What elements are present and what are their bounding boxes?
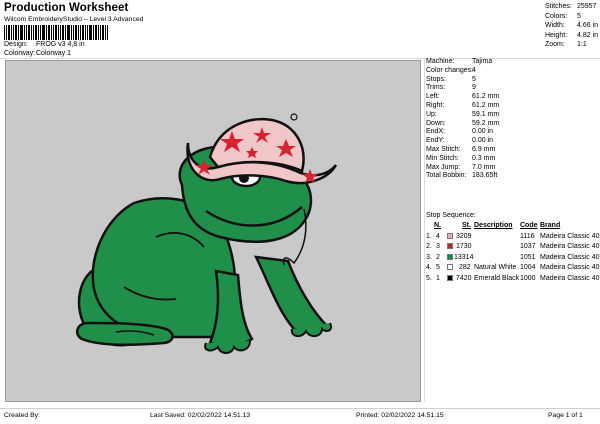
hat-crown [208,117,305,173]
stat-row: Max Jump: 7.0 mm [426,163,496,171]
last-saved: Last Saved: 02/02/2022 14.51.13 [150,412,251,419]
summary-row: Stitches: 25957 [545,3,597,10]
color-swatch [447,274,453,281]
barcode [4,25,108,40]
col-description: Description [474,222,513,229]
page-number: Page 1 of 1 [548,412,583,419]
frog-hind-foot [75,321,174,347]
stat-row: Right: 61.2 mm [426,101,500,109]
design-label: Design: [4,41,28,48]
stat-row: EndX: 0.00 in [426,128,494,136]
summary-row: Zoom: 1:1 [545,41,587,49]
design-summary: Stitches: 25957 Colors: 5 Width: 4.66 in He… [545,3,600,51]
stop-sequence-header: N. St. Description Code Brand [424,222,600,231]
color-swatch [447,243,453,250]
stop-sequence-table: 1. 4 3209 1116 Madeira Classic 40 2. 3 1… [424,232,600,284]
stat-row: Left: 61.2 mm [426,93,500,101]
stop-sequence-title: Stop Sequence: [426,212,476,219]
frog-with-cowboy-hat-design [75,113,338,354]
summary-row: Height: 4.82 in [545,31,599,39]
stat-row: Down: 59.2 mm [426,119,500,127]
stat-row: Stops: 5 [426,75,476,83]
table-row: 2. 3 1730 1037 Madeira Classic 40 [426,243,600,251]
stat-row: Trims: 9 [426,84,476,92]
colorway-label: Colorway: [4,50,36,57]
summary-row: Width: 4.66 in [545,22,599,30]
table-row: 4. 5 282 Natural White 1004 Madeira Clas… [426,264,600,272]
frog-front-leg-right [253,255,331,333]
stat-row: Up: 59.1 mm [426,110,500,118]
table-row: 3. 2 13314 1051 Madeira Classic 40 [426,253,600,261]
design-value: FROG v3 4,8 in [36,41,85,48]
col-brand: Brand [540,222,561,229]
printed-date: Printed: 02/02/2022 14.51.15 [356,412,444,419]
worksheet-title: Production Worksheet [4,2,129,14]
summary-row: Colors: 5 [545,12,581,20]
table-row: 1. 4 3209 1116 Madeira Classic 40 [426,233,600,240]
color-swatch [447,264,453,271]
color-swatch [447,233,453,239]
created-by: Created By: [4,412,40,419]
col-st: St. [462,222,471,229]
stat-row: Machine: Tajima [426,58,493,65]
stat-row: Min Stitch: 0.3 mm [426,154,496,162]
colorway-value: Colorway 1 [36,50,72,57]
stat-row: EndY: 0.00 in [426,137,494,145]
col-code: Code [520,222,538,229]
col-n: N. [434,222,441,229]
stat-row: Total Bobbin: 183.65ft [426,172,498,180]
stat-row: Color changes: 4 [426,66,476,74]
footer-divider [0,408,600,409]
machine-stats: Machine: Tajima Color changes: 4 Stops: 5 T… [424,58,600,181]
design-preview [5,60,421,402]
color-swatch [447,253,453,260]
software-subtitle: Wilcom EmbroideryStudio – Level 3 Advanc… [4,16,144,23]
table-row: 5. 1 7420 Emerald Black 1000 Madeira Cla… [426,274,600,282]
stat-row: Max Stitch: 6.9 mm [426,145,496,153]
